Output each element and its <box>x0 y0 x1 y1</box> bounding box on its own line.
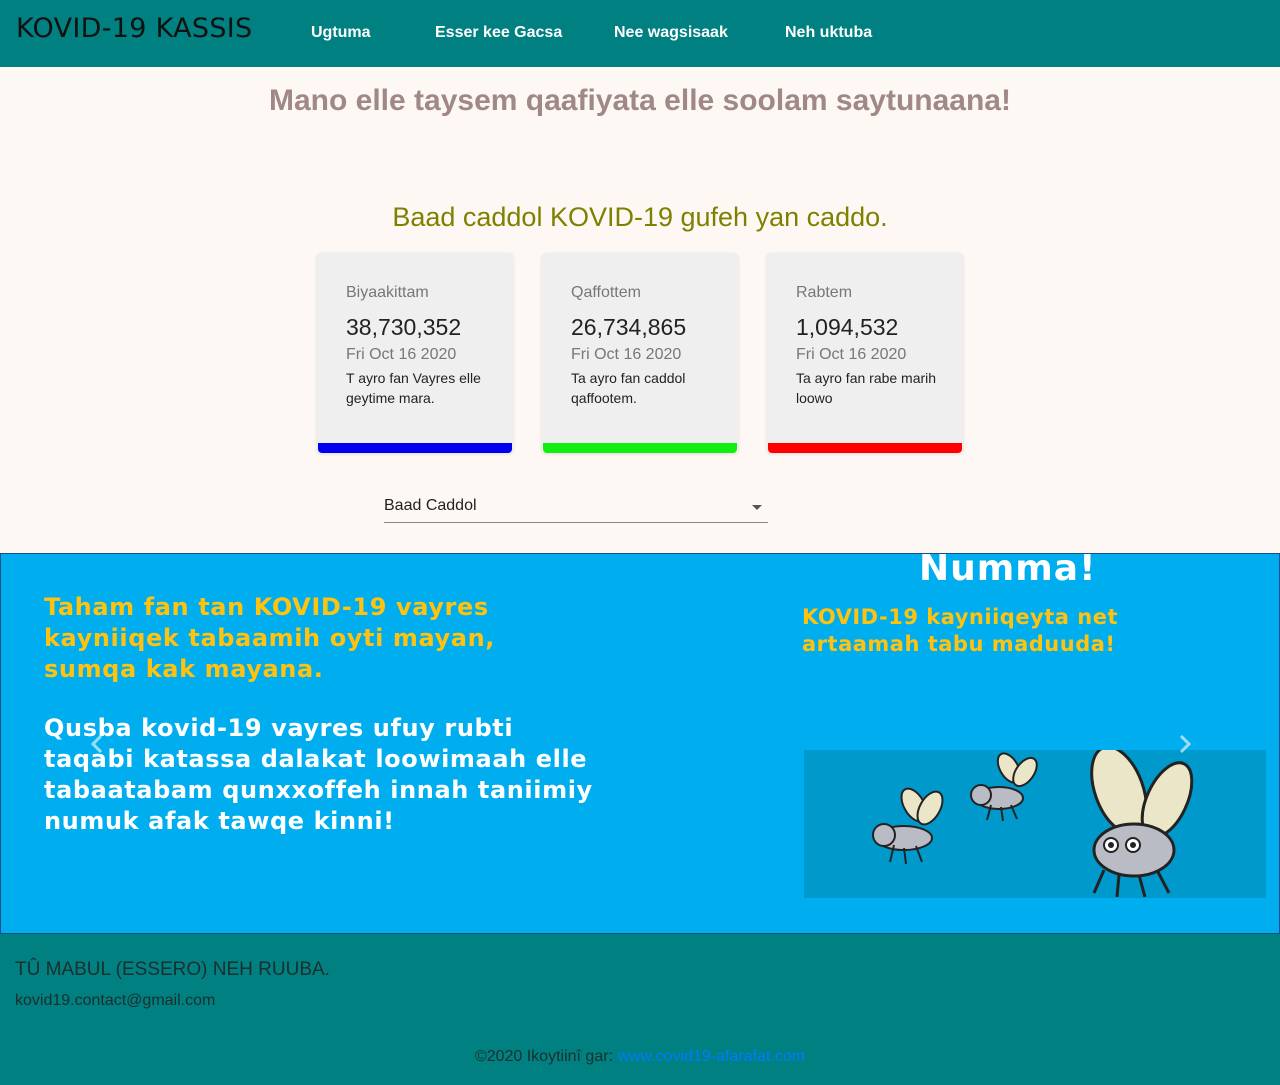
card-description: T ayro fan Vayres elle geytime mara. <box>346 370 481 406</box>
country-select-value: Baad Caddol <box>384 497 477 514</box>
carousel-text-line: artaamah tabu maduuda! <box>802 632 1116 656</box>
card-date: Fri Oct 16 2020 <box>796 346 907 363</box>
welcome-heading: Mano elle taysem qaafiyata elle soolam s… <box>269 84 1011 117</box>
chevron-left-icon <box>90 734 103 754</box>
card-color-bar <box>543 443 737 453</box>
carousel-prev-button[interactable] <box>85 732 109 756</box>
carousel-right-yellow-text: KOVID-19 kayniiqeyta net artaamah tabu m… <box>802 604 1118 658</box>
carousel-text-line: tabaatabam qunxxoffeh innah taniimiy <box>44 776 593 804</box>
card-color-bar <box>318 443 512 453</box>
navbar: KOVID-19 KASSIS Ugtuma Esser kee Gacsa N… <box>0 0 1280 67</box>
carousel-text-line: numuk afak tawqe kinni! <box>44 807 395 835</box>
carousel-text-line: kayniiqek tabaamih oyti mayan, <box>44 624 495 652</box>
card-label: Qaffottem <box>571 284 641 301</box>
stat-card-infected: Biyaakittam 38,730,352 Fri Oct 16 2020 T… <box>317 253 513 453</box>
card-label: Biyaakittam <box>346 284 429 301</box>
carousel-text-line: Qusba kovid-19 vayres ufuy rubti <box>44 714 514 742</box>
carousel-left-white-text: Qusba kovid-19 vayres ufuy rubti taqabi … <box>44 713 593 837</box>
nav-link-neh-uktuba[interactable]: Neh uktuba <box>785 24 872 42</box>
stat-card-recovered: Qaffottem 26,734,865 Fri Oct 16 2020 Ta … <box>542 253 738 453</box>
stat-card-deaths: Rabtem 1,094,532 Fri Oct 16 2020 Ta ayro… <box>767 253 963 453</box>
mosquito-icon <box>872 745 1194 898</box>
chevron-right-icon <box>1179 734 1192 754</box>
card-date: Fri Oct 16 2020 <box>346 346 457 363</box>
carousel-text-line: taqabi katassa dalakat loowimaah elle <box>44 745 588 773</box>
carousel-next-button[interactable] <box>1173 732 1197 756</box>
carousel-left-yellow-text: Taham fan tan KOVID-19 vayres kayniiqek … <box>44 592 593 685</box>
footer-site-link[interactable]: www.covid19-afarafat.com <box>617 1048 805 1065</box>
footer-email: kovid19.contact@gmail.com <box>15 992 216 1009</box>
nav-link-ugtuma[interactable]: Ugtuma <box>311 24 371 42</box>
mosquito-illustration <box>804 745 1266 898</box>
nav-link-nee-wagsisaak[interactable]: Nee wagsisaak <box>614 24 728 42</box>
footer: TÛ MABUL (ESSERO) NEH RUUBA. kovid19.con… <box>0 934 1280 1085</box>
footer-copyright: ©2020 Ikoytiinî gar: www.covid19-afarafa… <box>0 1048 1280 1066</box>
brand-title[interactable]: KOVID-19 KASSIS <box>16 13 253 44</box>
stats-subtitle: Baad caddol KOVID-19 gufeh yan caddo. <box>392 202 888 232</box>
footer-title: TÛ MABUL (ESSERO) NEH RUUBA. <box>15 959 330 980</box>
card-date: Fri Oct 16 2020 <box>571 346 682 363</box>
country-select[interactable]: Baad Caddol <box>384 494 768 523</box>
dropdown-arrow-icon <box>752 505 762 510</box>
card-count: 26,734,865 <box>571 314 687 340</box>
carousel-text-line: sumqa kak mayana. <box>44 655 324 683</box>
card-count: 38,730,352 <box>346 314 462 340</box>
card-color-bar <box>768 443 962 453</box>
card-count: 1,094,532 <box>796 314 899 340</box>
carousel-left-slide: Taham fan tan KOVID-19 vayres kayniiqek … <box>44 592 593 837</box>
carousel-text-line: Taham fan tan KOVID-19 vayres <box>44 593 489 621</box>
carousel-right-title: Numma! <box>919 553 1097 589</box>
card-description: Ta ayro fan rabe marih loowo <box>796 370 937 406</box>
card-label: Rabtem <box>796 284 853 301</box>
info-carousel: Taham fan tan KOVID-19 vayres kayniiqek … <box>0 553 1280 934</box>
card-description: Ta ayro fan caddol qaffootem. <box>571 370 686 406</box>
nav-link-esser-kee-gacsa[interactable]: Esser kee Gacsa <box>435 24 562 42</box>
carousel-text-line: KOVID-19 kayniiqeyta net <box>802 605 1118 629</box>
copyright-text: ©2020 Ikoytiinî gar: <box>474 1048 618 1065</box>
